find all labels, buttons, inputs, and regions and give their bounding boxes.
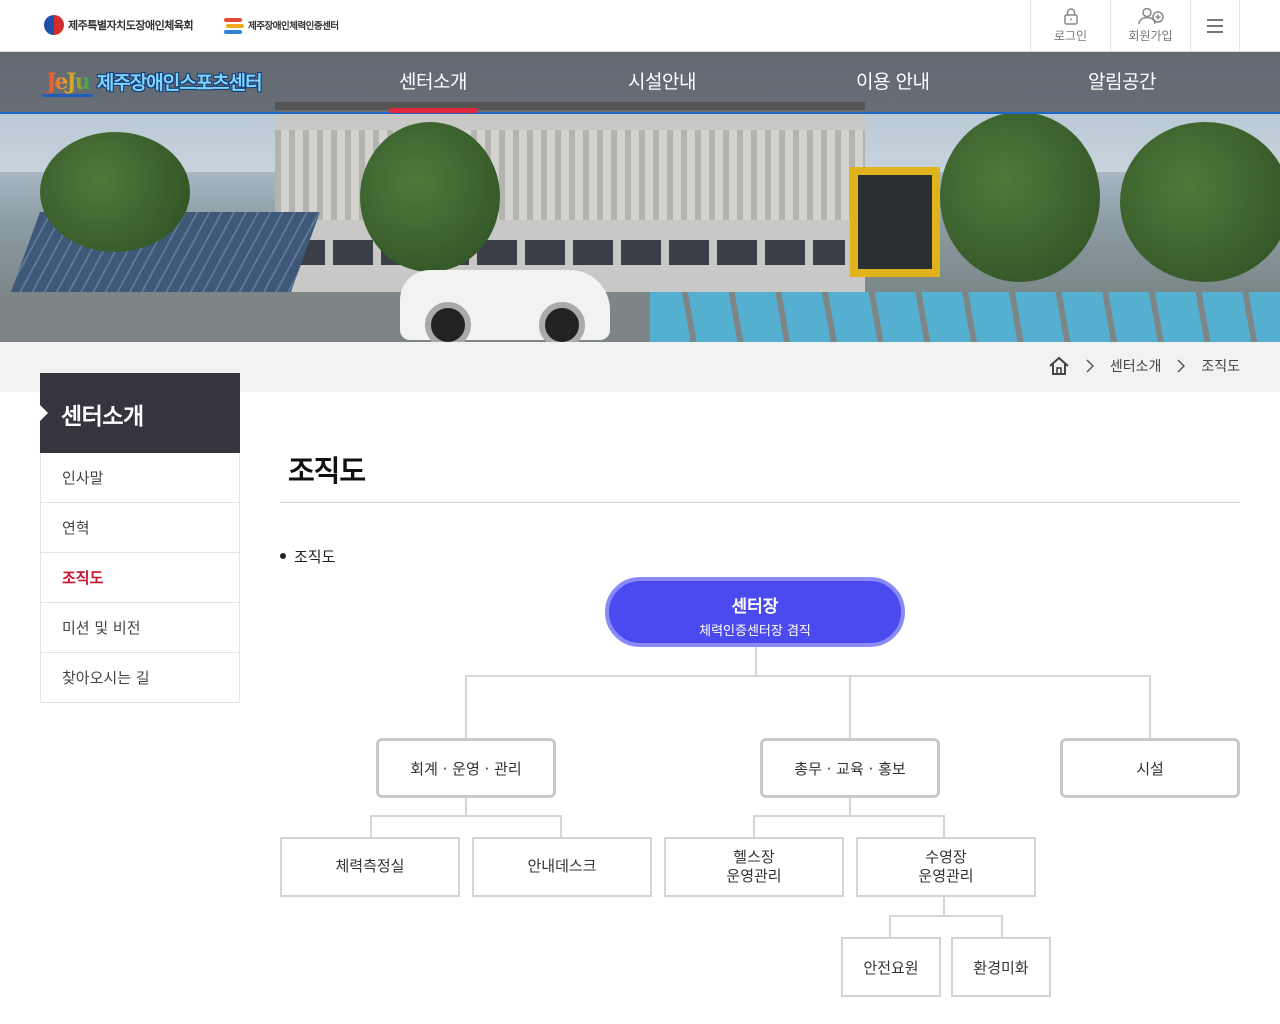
home-icon[interactable] (1048, 356, 1070, 376)
org-node-pool-management: 수영장 운영관리 (856, 837, 1036, 897)
signup-label: 회원가입 (1128, 29, 1173, 43)
org-node-general-affairs: 총무 · 교육 · 홍보 (760, 738, 940, 798)
org-connector (755, 647, 757, 676)
org-node-gym-management: 헬스장 운영관리 (664, 837, 844, 897)
sidebar-item-org-chart[interactable]: 조직도 (40, 553, 240, 603)
sidebar-item-history[interactable]: 연혁 (40, 503, 240, 553)
hero-banner: JeJu 제주장애인스포츠센터 센터소개 시설안내 이용 안내 알림공간 (0, 52, 1280, 342)
main-nav: JeJu 제주장애인스포츠센터 센터소개 시설안내 이용 안내 알림공간 (0, 52, 1280, 114)
sidebar-item-directions[interactable]: 찾아오시는 길 (40, 653, 240, 703)
page-title: 조직도 (288, 454, 366, 488)
org-connector (1149, 675, 1151, 738)
login-button[interactable]: 로그인 (1030, 0, 1110, 51)
hero-tree (40, 132, 190, 252)
nav-item-facilities[interactable]: 시설안내 (628, 67, 696, 94)
org-connector (943, 896, 945, 916)
org-connector (889, 915, 1003, 917)
title-divider (280, 502, 1240, 503)
org-link-sports-association[interactable]: 제주특별자치도장애인체육회 (44, 15, 194, 35)
menu-button[interactable] (1190, 0, 1240, 51)
wave-logo-icon (224, 15, 244, 35)
org-connector (465, 675, 1151, 677)
taegeuk-logo-icon (44, 15, 64, 35)
hero-car (400, 270, 610, 342)
breadcrumb-item[interactable]: 센터소개 (1110, 356, 1162, 376)
hero-building-wing (850, 167, 940, 277)
org-connector (753, 815, 945, 817)
org-connector (849, 675, 851, 738)
org-node-center-director: 센터장 체력인증센터장 겸직 (605, 577, 905, 647)
org-connector (753, 815, 755, 838)
org-connector (465, 796, 467, 816)
org-node-cleaning: 환경미화 (951, 937, 1051, 997)
org-connector (370, 815, 372, 838)
org-connector (1001, 915, 1003, 938)
section-label: 조직도 (280, 546, 335, 567)
top-bar: 제주특별자치도장애인체육회 제주장애인체력인증센터 로그인 회원가입 (0, 0, 1280, 52)
sidebar-title: 센터소개 (40, 373, 240, 453)
hero-tree (940, 112, 1100, 282)
nav-item-usage-guide[interactable]: 이용 안내 (856, 67, 930, 94)
site-name: 제주장애인스포츠센터 (96, 72, 263, 94)
sidebar-menu: 인사말 연혁 조직도 미션 및 비전 찾아오시는 길 (40, 453, 240, 703)
hero-parking-lot (650, 292, 1280, 342)
sidebar-item-greeting[interactable]: 인사말 (40, 453, 240, 503)
breadcrumb: 센터소개 조직도 (1048, 356, 1240, 376)
lock-icon (1063, 8, 1078, 25)
org-connector (849, 796, 851, 816)
org-connector (370, 815, 562, 817)
org-node-accounting-operations: 회계 · 운영 · 관리 (376, 738, 556, 798)
org-node-facilities: 시설 (1060, 738, 1240, 798)
chevron-right-icon (1086, 359, 1094, 373)
org-connector (465, 675, 467, 738)
chief-title: 센터장 (731, 597, 779, 617)
signup-button[interactable]: 회원가입 (1110, 0, 1190, 51)
hero-tree (360, 122, 500, 272)
chief-subtitle: 체력인증센터장 겸직 (699, 624, 811, 639)
org-node-fitness-measurement: 체력측정실 (280, 837, 460, 897)
org-connector (943, 815, 945, 838)
org-link-fitness-center[interactable]: 제주장애인체력인증센터 (224, 15, 339, 35)
org-name: 제주장애인체력인증센터 (248, 21, 339, 32)
chevron-right-icon (1177, 359, 1186, 373)
top-actions: 로그인 회원가입 (1030, 0, 1240, 51)
org-connector (889, 915, 891, 938)
org-node-lifeguard: 안전요원 (841, 937, 941, 997)
breadcrumb-current[interactable]: 조직도 (1201, 356, 1240, 376)
hamburger-menu-icon (1207, 18, 1223, 33)
org-node-info-desk: 안내데스크 (472, 837, 652, 897)
nav-item-center-intro[interactable]: 센터소개 (389, 67, 477, 113)
hero-tree (1120, 122, 1280, 282)
login-label: 로그인 (1053, 29, 1088, 43)
org-connector (560, 815, 562, 838)
site-logo[interactable]: JeJu 제주장애인스포츠센터 (42, 68, 263, 97)
nav-item-notice[interactable]: 알림공간 (1088, 67, 1156, 94)
org-name: 제주특별자치도장애인체육회 (68, 19, 194, 32)
jeju-logo-icon: JeJu (42, 69, 93, 97)
sidebar-item-mission-vision[interactable]: 미션 및 비전 (40, 603, 240, 653)
add-user-icon (1137, 7, 1164, 25)
